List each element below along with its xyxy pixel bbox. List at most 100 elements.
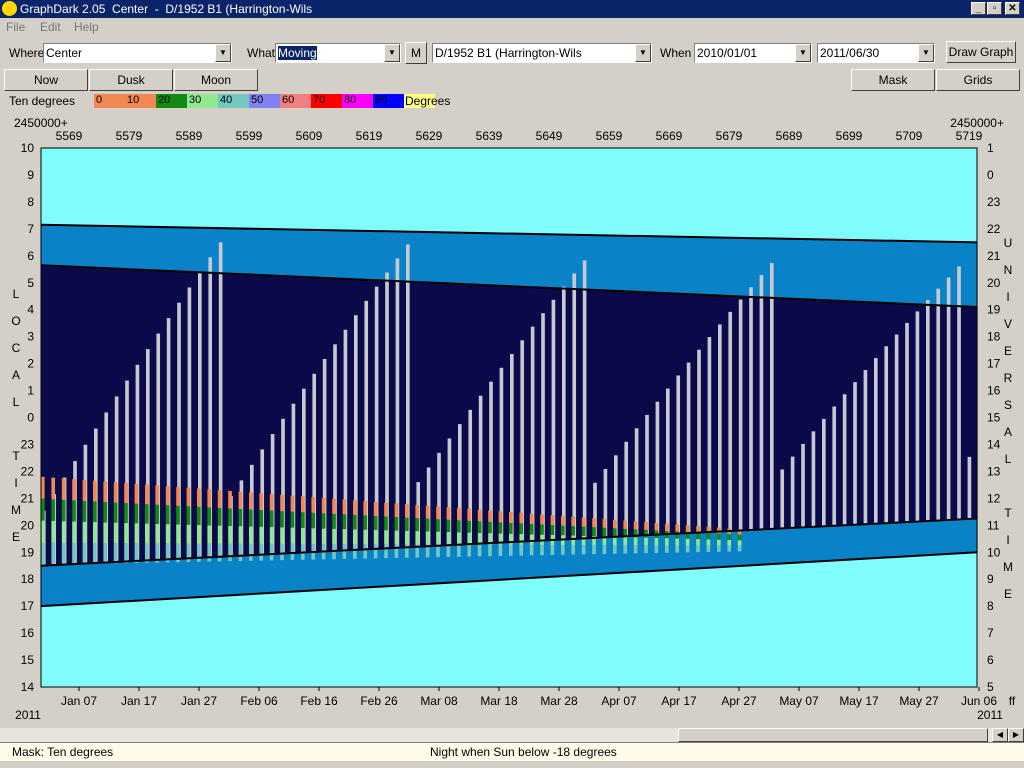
evening-twilight <box>197 227 203 273</box>
menu-edit[interactable]: Edit <box>40 20 61 34</box>
evening-twilight <box>223 228 229 274</box>
comet-altitude-bar <box>51 499 56 522</box>
comet-altitude-bar <box>321 497 326 514</box>
m-button[interactable]: M <box>405 42 427 64</box>
menu-file[interactable]: File <box>6 20 25 34</box>
ut-axis-letter: T <box>1004 506 1012 520</box>
legend-swatch-label: 20 <box>158 94 171 106</box>
jd-tick-label: 5589 <box>176 129 203 143</box>
chevron-down-icon[interactable]: ▼ <box>215 44 231 62</box>
night-region <box>899 303 905 523</box>
jd-tick-label: 5649 <box>536 129 563 143</box>
morning-twilight <box>691 532 697 569</box>
comet-altitude-bar <box>165 486 170 506</box>
comet-altitude-bar <box>72 542 76 565</box>
moon-bar <box>520 340 525 542</box>
night-region <box>524 286 531 542</box>
morning-twilight <box>597 537 604 574</box>
evening-twilight <box>379 231 385 281</box>
comet-altitude-bar <box>477 509 482 522</box>
chevron-down-icon[interactable]: ▼ <box>384 44 400 62</box>
morning-twilight <box>275 553 281 593</box>
moon-bar <box>686 362 691 534</box>
restore-button[interactable]: ▫ <box>987 2 1002 15</box>
comet-altitude-bar <box>373 544 378 559</box>
object-select[interactable]: D/1952 B1 (Harrington-Wils ▼ <box>432 43 652 63</box>
dusk-button[interactable]: Dusk <box>89 69 173 91</box>
night-region <box>233 273 240 556</box>
minimize-button[interactable]: _ <box>971 2 986 15</box>
morning-twilight <box>129 561 136 602</box>
toolbar: Where Center ▼ What Moving ▼ M D/1952 B1… <box>0 38 1024 68</box>
morning-twilight <box>337 550 344 589</box>
morning-twilight <box>951 519 957 554</box>
moon-bar <box>530 326 535 541</box>
morning-twilight <box>514 541 520 579</box>
scroll-right-icon[interactable]: ▶ <box>1008 728 1024 742</box>
scroll-thumb[interactable] <box>678 728 988 742</box>
close-button[interactable]: ✕ <box>1005 2 1020 15</box>
grids-button[interactable]: Grids <box>936 69 1020 91</box>
comet-altitude-bar <box>82 479 87 501</box>
mask-button[interactable]: Mask <box>851 69 935 91</box>
morning-twilight <box>254 554 260 594</box>
evening-twilight <box>654 236 661 293</box>
moon-bar <box>770 262 774 529</box>
moon-bar <box>874 358 878 524</box>
comet-altitude-bar <box>207 543 212 562</box>
draw-graph-button[interactable]: Draw Graph <box>946 41 1016 63</box>
comet-altitude-bar <box>717 545 721 552</box>
local-time-tick: 21 <box>21 491 35 505</box>
where-select[interactable]: Center ▼ <box>43 43 232 63</box>
comet-altitude-bar <box>446 532 451 545</box>
horizontal-scrollbar[interactable]: ◀ ▶ <box>0 728 1024 742</box>
chevron-down-icon[interactable]: ▼ <box>795 44 811 62</box>
legend-swatch-label: 80 <box>344 94 357 106</box>
night-region <box>618 291 624 537</box>
jd-prefix-right: 2450000+ <box>950 116 1004 130</box>
legend-swatch: 70 <box>311 94 342 108</box>
evening-twilight <box>727 237 734 297</box>
comet-altitude-bar <box>197 543 201 562</box>
comet-altitude-bar <box>217 490 222 508</box>
evening-twilight <box>358 230 364 280</box>
evening-twilight <box>41 224 47 266</box>
evening-twilight <box>529 234 536 288</box>
evening-twilight <box>451 232 458 284</box>
comet-altitude-bar <box>644 537 648 546</box>
now-button[interactable]: Now <box>4 69 88 91</box>
comet-altitude-bar <box>353 500 357 515</box>
comet-altitude-bar <box>384 530 388 545</box>
evening-twilight <box>389 231 396 281</box>
morning-twilight <box>628 535 635 573</box>
moon-bar <box>926 299 930 521</box>
comet-altitude-bar <box>571 516 576 527</box>
start-date-select[interactable]: 2010/01/01 ▼ <box>694 43 812 63</box>
comet-altitude-bar <box>197 488 201 507</box>
comet-altitude-bar <box>165 524 170 544</box>
comet-altitude-bar <box>332 528 336 545</box>
night-region <box>431 282 437 546</box>
comet-altitude-bar <box>93 480 97 502</box>
moon-bar <box>645 414 649 536</box>
jd-tick-label: 5629 <box>416 129 443 143</box>
moon-button[interactable]: Moon <box>174 69 258 91</box>
morning-twilight <box>836 525 843 561</box>
comet-altitude-bar <box>613 536 617 546</box>
evening-twilight <box>488 233 494 286</box>
moon-bar <box>718 324 722 532</box>
menu-help[interactable]: Help <box>74 20 99 34</box>
ut-tick: 0 <box>987 168 994 182</box>
chevron-down-icon[interactable]: ▼ <box>918 44 934 62</box>
chevron-down-icon[interactable]: ▼ <box>635 44 651 62</box>
what-select[interactable]: Moving ▼ <box>275 43 401 63</box>
morning-twilight <box>295 552 302 592</box>
scroll-left-icon[interactable]: ◀ <box>992 728 1008 742</box>
evening-twilight <box>301 229 307 277</box>
evening-twilight <box>701 237 708 295</box>
morning-twilight <box>67 564 73 605</box>
comet-altitude-bar <box>737 540 742 546</box>
moon-bar <box>811 431 816 527</box>
end-date-select[interactable]: 2011/06/30 ▼ <box>817 43 935 63</box>
comet-altitude-bar <box>477 521 482 534</box>
